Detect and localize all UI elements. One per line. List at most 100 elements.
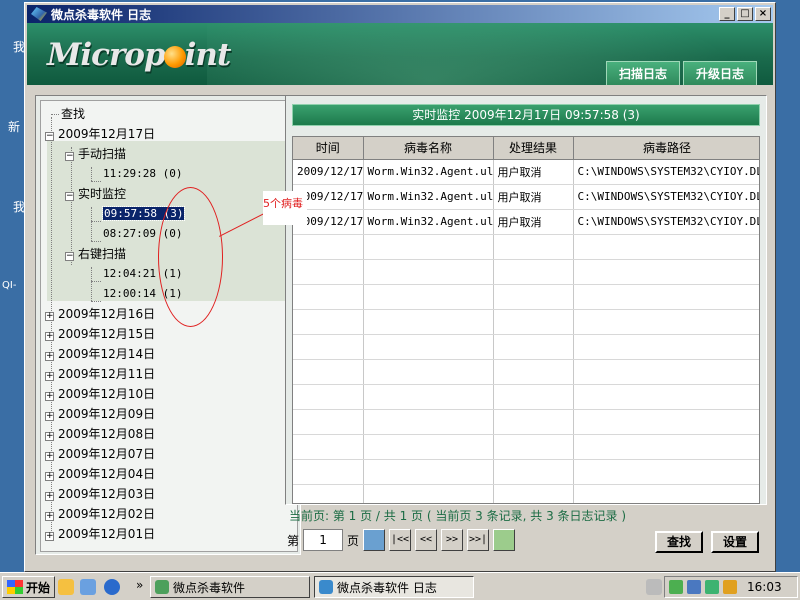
expand-icon: + — [45, 391, 54, 401]
desktop-icon-label: QI- — [2, 280, 17, 291]
refresh-icon[interactable] — [493, 529, 516, 551]
cell-path: C:\WINDOWS\SYSTEM32\CYIOY.DLL — [573, 209, 759, 235]
save-icon[interactable] — [363, 529, 386, 551]
settings-button[interactable]: 设置 — [711, 531, 760, 553]
tree-node-date[interactable]: +2009年12月03日 — [45, 485, 155, 503]
minimize-button[interactable]: _ — [719, 7, 735, 21]
tree-node-context-scan[interactable]: − 右键扫描 — [65, 245, 126, 263]
tree-node-date[interactable]: +2009年12月15日 — [45, 325, 155, 343]
tab-update-log[interactable]: 升级日志 — [682, 61, 757, 85]
app-icon — [31, 7, 47, 21]
quicklaunch-chevron-icon[interactable]: » — [136, 578, 143, 592]
next-page-button[interactable]: >> — [441, 529, 464, 551]
title-bar[interactable]: 微点杀毒软件 日志 _ □ × — [27, 5, 773, 23]
tree-node-date[interactable]: −2009年12月17日 — [45, 125, 155, 143]
volume-tray-icon[interactable] — [723, 580, 737, 594]
app-icon — [319, 580, 333, 594]
expand-icon: + — [45, 431, 54, 441]
cell-result: 用户取消 — [493, 159, 574, 185]
clock[interactable]: 16:03 — [747, 580, 782, 594]
tree-node-date[interactable]: +2009年12月11日 — [45, 365, 155, 383]
tree-node-date[interactable]: +2009年12月09日 — [45, 405, 155, 423]
column-header-path[interactable]: 病毒路径 — [573, 137, 759, 160]
start-button[interactable]: 开始 — [2, 576, 56, 598]
windows-logo-icon — [7, 580, 23, 594]
first-page-button[interactable]: |<< — [389, 529, 412, 551]
cell-virus-name: Worm.Win32.Agent.ulo — [363, 159, 494, 185]
logo-dot-icon — [163, 46, 186, 68]
cell-time: 2009/12/17 — [293, 159, 364, 185]
tree-node-date[interactable]: +2009年12月10日 — [45, 385, 155, 403]
app-icon — [155, 580, 169, 594]
tree-node-date[interactable]: +2009年12月08日 — [45, 425, 155, 443]
header-banner: Microp int 扫描日志 升级日志 — [27, 23, 773, 85]
column-header-time[interactable]: 时间 — [293, 137, 364, 160]
collapse-icon: − — [65, 151, 74, 161]
annotation-ellipse — [158, 187, 223, 327]
tree-node-realtime[interactable]: − 实时监控 — [65, 185, 126, 203]
annotation-label: 5个病毒 — [263, 191, 307, 225]
expand-icon: + — [45, 491, 54, 501]
window-title: 微点杀毒软件 日志 — [51, 7, 152, 22]
prev-page-button[interactable]: << — [415, 529, 438, 551]
quicklaunch-clock-icon[interactable] — [58, 579, 74, 595]
pager: 第 1 页 |<< << >> >>| — [287, 529, 516, 551]
quicklaunch-explorer-icon[interactable] — [80, 579, 96, 595]
expand-icon: + — [45, 531, 54, 541]
last-page-button[interactable]: >>| — [467, 529, 490, 551]
expand-icon: + — [45, 411, 54, 421]
network-tray-icon[interactable] — [687, 580, 701, 594]
tree-search[interactable]: 查找 — [61, 105, 85, 123]
table-row[interactable]: 2009/12/17 Worm.Win32.Agent.ulo 用户取消 C:\… — [293, 184, 759, 210]
log-detail-panel: 实时监控 2009年12月17日 09:57:58 (3) 时间 病毒名称 处理… — [285, 95, 767, 505]
collapse-icon: − — [45, 131, 54, 141]
cell-result: 用户取消 — [493, 184, 574, 210]
expand-icon: + — [45, 371, 54, 381]
system-tray: 16:03 — [664, 576, 798, 598]
close-button[interactable]: × — [755, 7, 771, 21]
table-header-row: 时间 病毒名称 处理结果 病毒路径 — [293, 137, 759, 160]
expand-icon: + — [45, 331, 54, 341]
cell-virus-name: Worm.Win32.Agent.ulo — [363, 209, 494, 235]
tab-scan-log[interactable]: 扫描日志 — [605, 61, 680, 85]
page-status: 当前页: 第 1 页 / 共 1 页 ( 当前页 3 条记录, 共 3 条日志记… — [289, 509, 627, 523]
table-row[interactable]: 2009/12/17 Worm.Win32.Agent.ulo 用户取消 C:\… — [293, 159, 759, 185]
cell-path: C:\WINDOWS\SYSTEM32\CYIOY.DLL — [573, 159, 759, 185]
taskbar-app-log[interactable]: 微点杀毒软件 日志 — [314, 576, 474, 598]
expand-icon: + — [45, 451, 54, 461]
desktop-icon-label: 新 — [8, 120, 21, 134]
tree-node-date[interactable]: +2009年12月07日 — [45, 445, 155, 463]
detail-header: 实时监控 2009年12月17日 09:57:58 (3) — [292, 104, 760, 126]
pager-prefix: 第 — [287, 533, 300, 548]
expand-icon: + — [45, 311, 54, 321]
table-row[interactable]: 2009/12/17 Worm.Win32.Agent.ulo 用户取消 C:\… — [293, 209, 759, 235]
micropoint-logo: Microp int — [47, 37, 231, 73]
virus-table: 时间 病毒名称 处理结果 病毒路径 2009/12/17 Worm.Win32.… — [292, 136, 760, 504]
log-window: 微点杀毒软件 日志 _ □ × Microp int 扫描日志 升级日志 查找 … — [24, 2, 776, 572]
log-tree-panel: 查找 −2009年12月17日 − 手动扫描 11:29:28 (0) − 实时监控… — [35, 95, 301, 555]
quicklaunch-ie-icon[interactable] — [104, 579, 120, 595]
tree-node-date[interactable]: +2009年12月04日 — [45, 465, 155, 483]
expand-icon: + — [45, 351, 54, 361]
page-number-input[interactable]: 1 — [303, 529, 344, 551]
tree-node-date[interactable]: +2009年12月16日 — [45, 305, 155, 323]
search-button[interactable]: 查找 — [655, 531, 704, 553]
column-header-virus-name[interactable]: 病毒名称 — [363, 137, 494, 160]
collapse-icon: − — [65, 191, 74, 201]
tree-node-date[interactable]: +2009年12月14日 — [45, 345, 155, 363]
antivirus-tray-icon[interactable] — [669, 580, 683, 594]
cell-path: C:\WINDOWS\SYSTEM32\CYIOY.DLL — [573, 184, 759, 210]
cell-result: 用户取消 — [493, 209, 574, 235]
keyboard-icon[interactable] — [646, 579, 662, 595]
taskbar-app-main[interactable]: 微点杀毒软件 — [150, 576, 310, 598]
tree-node-date[interactable]: +2009年12月02日 — [45, 505, 155, 523]
update-tray-icon[interactable] — [705, 580, 719, 594]
cell-virus-name: Worm.Win32.Agent.ulo — [363, 184, 494, 210]
log-tree: 查找 −2009年12月17日 − 手动扫描 11:29:28 (0) − 实时监控… — [40, 100, 298, 552]
maximize-button[interactable]: □ — [737, 7, 753, 21]
collapse-icon: − — [65, 251, 74, 261]
tree-node-date[interactable]: +2009年12月01日 — [45, 525, 155, 543]
tree-leaf-log[interactable]: 11:29:28 (0) — [103, 165, 182, 183]
tree-node-manual-scan[interactable]: − 手动扫描 — [65, 145, 126, 163]
column-header-result[interactable]: 处理结果 — [493, 137, 574, 160]
